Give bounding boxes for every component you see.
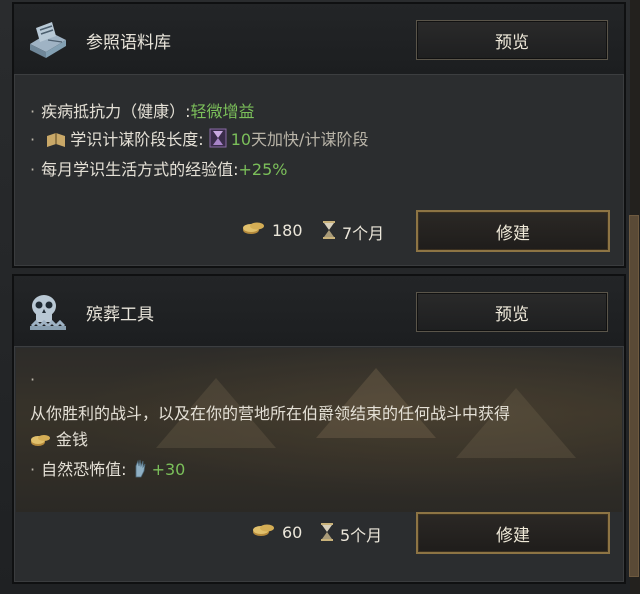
time-cost: 5个月 xyxy=(320,522,382,546)
bullet: · xyxy=(30,130,36,149)
gold-cost-value: 60 xyxy=(282,522,303,542)
effect-value: +30 xyxy=(151,460,186,479)
building-card-reference-library: 参照语料库 预览 · 疾病抵抗力（健康）:轻微增益 · 学识计谋阶段长度: 10天… xyxy=(12,2,626,268)
bullet: · xyxy=(30,160,36,179)
description-text: 从你胜利的战斗，以及在你的营地所在伯爵领结束的任何战斗中获得 xyxy=(30,404,511,423)
gold-coins-icon xyxy=(30,432,52,452)
effect-label: 疾病抵抗力（健康）: xyxy=(41,102,191,121)
skull-saw-icon xyxy=(26,290,70,334)
bullet: · xyxy=(30,102,36,121)
buildings-panel: 参照语料库 预览 · 疾病抵抗力（健康）:轻微增益 · 学识计谋阶段长度: 10天… xyxy=(0,0,640,594)
effect-line-dread: · 自然恐怖值: +30 xyxy=(30,456,185,482)
effect-line-scheme: · 学识计谋阶段长度: 10天加快/计谋阶段 xyxy=(30,126,368,152)
camp-background-image xyxy=(16,348,622,512)
gold-cost: 180 xyxy=(242,220,303,240)
time-cost-value: 5个月 xyxy=(340,526,383,545)
card-header: 殡葬工具 预览 xyxy=(14,276,624,347)
gold-reward: 金钱 xyxy=(30,426,88,452)
effect-value: +25% xyxy=(238,160,288,179)
effect-line-disease: · 疾病抵抗力（健康）:轻微增益 xyxy=(30,98,255,122)
hourglass-icon xyxy=(209,128,227,152)
effect-label: 学识计谋阶段长度: xyxy=(70,130,204,149)
gold-cost: 60 xyxy=(252,522,302,542)
scrollbar[interactable] xyxy=(629,0,640,594)
card-title: 殡葬工具 xyxy=(86,305,154,325)
gold-cost-value: 180 xyxy=(272,220,303,240)
time-cost-value: 7个月 xyxy=(342,224,385,243)
hourglass-time-icon xyxy=(320,522,334,546)
preview-button[interactable]: 预览 xyxy=(416,292,608,332)
effect-suffix: 天加快/计谋阶段 xyxy=(251,130,369,149)
preview-button[interactable]: 预览 xyxy=(416,20,608,60)
hourglass-time-icon xyxy=(322,220,336,244)
effect-line-lifestyle-xp: · 每月学识生活方式的经验值:+25% xyxy=(30,156,287,180)
scrollbar-thumb[interactable] xyxy=(629,215,639,577)
card-header: 参照语料库 预览 xyxy=(14,4,624,75)
dread-hand-icon xyxy=(132,458,148,482)
effect-value: 10 xyxy=(230,130,252,149)
effect-label: 每月学识生活方式的经验值: xyxy=(41,160,239,179)
build-button[interactable]: 修建 xyxy=(416,512,610,554)
gold-coins-icon xyxy=(242,220,266,240)
building-card-funeral-tools: 殡葬工具 预览 · 从你胜利的战斗，以及在你的营地所在伯爵领结束的任何战斗中获得… xyxy=(12,274,626,584)
bullet-dot: · xyxy=(30,370,36,389)
card-title: 参照语料库 xyxy=(86,33,171,53)
book-icon xyxy=(26,18,70,62)
gold-coins-icon xyxy=(252,522,276,542)
time-cost: 7个月 xyxy=(322,220,384,244)
effect-value: 轻微增益 xyxy=(190,102,255,121)
gold-label: 金钱 xyxy=(56,430,89,449)
effect-label: 自然恐怖值: xyxy=(41,460,127,479)
learning-book-icon xyxy=(46,132,66,152)
bullet: · xyxy=(30,460,36,479)
build-button[interactable]: 修建 xyxy=(416,210,610,252)
